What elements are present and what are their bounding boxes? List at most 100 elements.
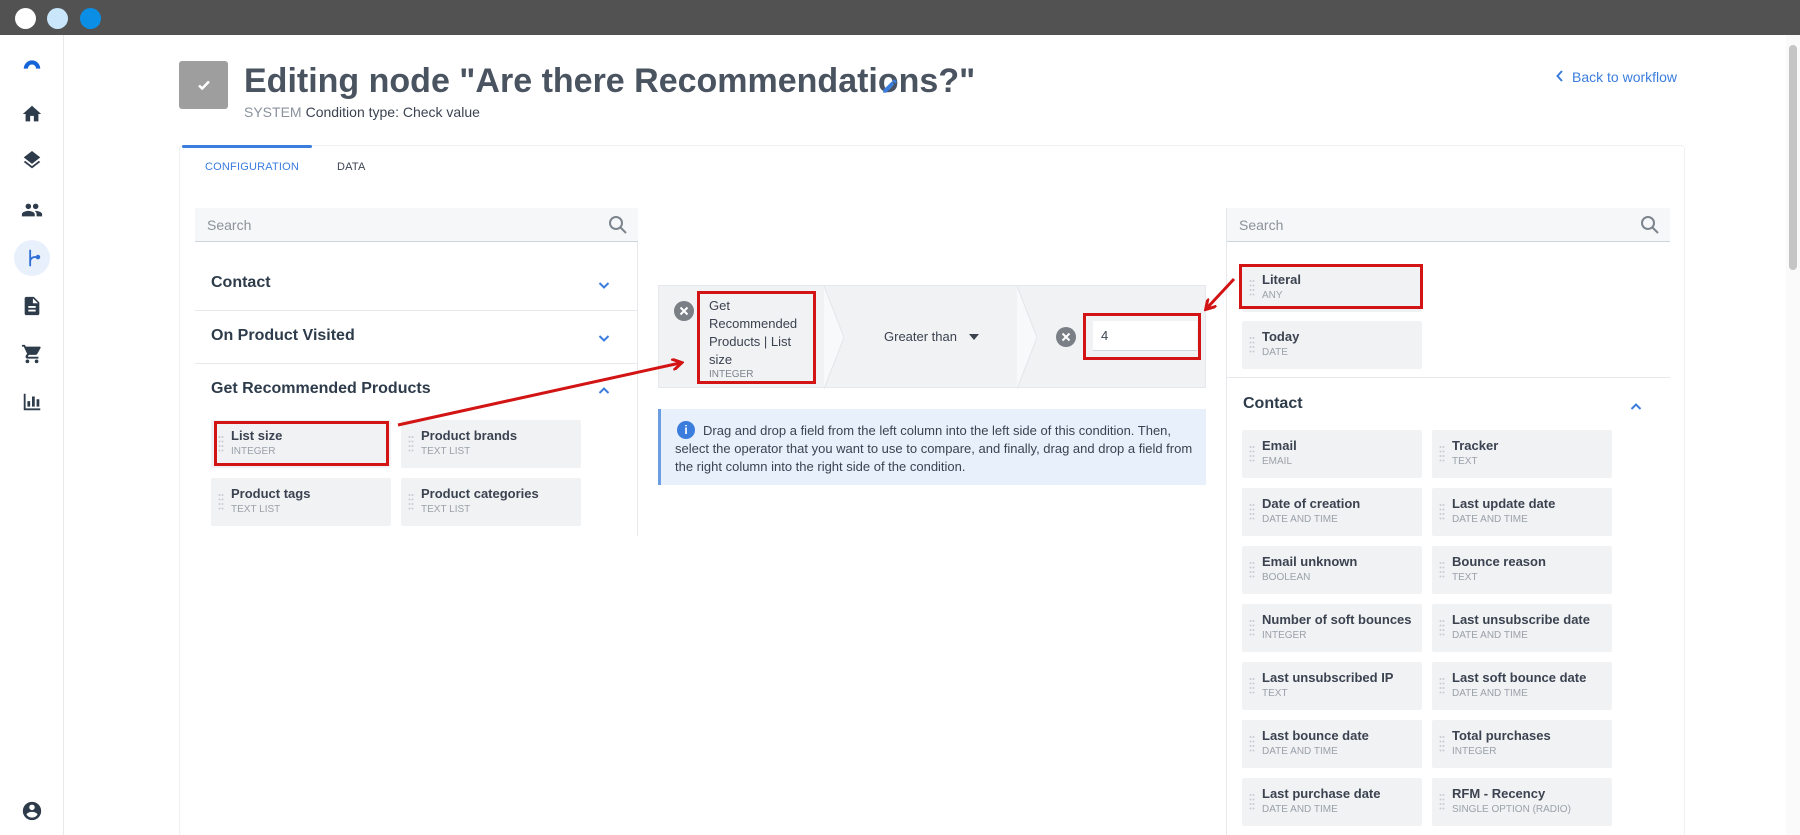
layers-icon[interactable]: [14, 144, 50, 180]
contact-field[interactable]: Bounce reason TEXT: [1432, 546, 1612, 594]
window-maximize-button[interactable]: [80, 8, 101, 29]
field-name: Date of creation: [1262, 496, 1361, 511]
contact-field[interactable]: Date of creation DATE AND TIME: [1242, 488, 1422, 536]
highlight-literal-value: [1083, 313, 1201, 360]
drag-handle-icon[interactable]: [1439, 445, 1445, 463]
drag-handle-icon[interactable]: [1249, 793, 1255, 811]
field-type: DATE AND TIME: [1262, 514, 1338, 525]
chevron-down-icon[interactable]: [598, 278, 610, 290]
logo-icon[interactable]: [14, 47, 50, 83]
drag-handle-icon[interactable]: [1439, 503, 1445, 521]
field-type: DATE AND TIME: [1262, 804, 1338, 815]
chevron-up-icon[interactable]: [598, 384, 610, 396]
field-name: Email: [1262, 438, 1297, 453]
remove-left-operand-icon[interactable]: [674, 301, 694, 321]
remove-right-operand-icon[interactable]: [1056, 327, 1076, 347]
left-search-box: [195, 208, 638, 242]
field-product-tags[interactable]: Product tags TEXT LIST: [211, 478, 391, 526]
field-today[interactable]: Today DATE: [1242, 321, 1422, 369]
people-icon[interactable]: [14, 192, 50, 228]
drag-handle-icon[interactable]: [1439, 793, 1445, 811]
left-field-panel: Contact On Product Visited Get Recommend…: [195, 208, 638, 536]
field-type: TEXT: [1452, 572, 1478, 583]
contact-field[interactable]: Last bounce date DATE AND TIME: [1242, 720, 1422, 768]
contact-field[interactable]: Total purchases INTEGER: [1432, 720, 1612, 768]
page-scrollbar[interactable]: [1786, 35, 1800, 835]
contact-field[interactable]: Number of soft bounces INTEGER: [1242, 604, 1422, 652]
section-title: Contact: [211, 274, 271, 291]
contact-field[interactable]: Last update date DATE AND TIME: [1432, 488, 1612, 536]
right-search-box: [1227, 208, 1670, 242]
window-minimize-button[interactable]: [47, 8, 68, 29]
drag-handle-icon[interactable]: [1439, 677, 1445, 695]
contact-field[interactable]: RFM - Recency SINGLE OPTION (RADIO): [1432, 778, 1612, 826]
field-type: DATE AND TIME: [1452, 688, 1528, 699]
home-icon[interactable]: [14, 96, 50, 132]
document-icon[interactable]: [14, 288, 50, 324]
highlight-left-operand: [697, 291, 816, 384]
section-get-recommended-products[interactable]: Get Recommended Products: [195, 364, 638, 417]
left-search-input[interactable]: [195, 208, 594, 242]
chart-icon[interactable]: [14, 384, 50, 420]
section-on-product-visited[interactable]: On Product Visited: [195, 311, 638, 364]
field-type: INTEGER: [1452, 746, 1497, 757]
contact-field[interactable]: Last unsubscribed IP TEXT: [1242, 662, 1422, 710]
field-type: DATE: [1262, 347, 1288, 358]
field-type: INTEGER: [1262, 630, 1307, 641]
edit-pencil-icon[interactable]: [881, 77, 899, 95]
cart-icon[interactable]: [14, 336, 50, 372]
active-tab-indicator: [182, 145, 312, 148]
drag-handle-icon[interactable]: [1249, 336, 1255, 354]
contact-field[interactable]: Email EMAIL: [1242, 430, 1422, 478]
workflow-icon[interactable]: [14, 240, 50, 276]
drag-handle-icon[interactable]: [1249, 677, 1255, 695]
chevron-up-icon[interactable]: [1630, 400, 1642, 412]
field-type: TEXT LIST: [421, 504, 471, 515]
caret-down-icon[interactable]: [969, 333, 979, 340]
search-icon[interactable]: [1640, 215, 1660, 235]
drag-handle-icon[interactable]: [1439, 735, 1445, 753]
drag-handle-icon[interactable]: [1439, 619, 1445, 637]
drag-handle-icon[interactable]: [1439, 561, 1445, 579]
drag-handle-icon[interactable]: [1249, 445, 1255, 463]
page-title: Editing node "Are there Recommendations?…: [244, 62, 976, 100]
contact-field[interactable]: Last purchase date DATE AND TIME: [1242, 778, 1422, 826]
field-product-categories[interactable]: Product categories TEXT LIST: [401, 478, 581, 526]
tab-configuration[interactable]: CONFIGURATION: [205, 161, 299, 173]
contact-field[interactable]: Tracker TEXT: [1432, 430, 1612, 478]
window-close-button[interactable]: [15, 8, 36, 29]
section-contact[interactable]: Contact: [195, 258, 638, 311]
instruction-info-box: i Drag and drop a field from the left co…: [658, 409, 1206, 485]
contact-field[interactable]: Last unsubscribe date DATE AND TIME: [1432, 604, 1612, 652]
field-name: Total purchases: [1452, 728, 1551, 743]
section-title-contact[interactable]: Contact: [1243, 395, 1303, 413]
drag-handle-icon[interactable]: [408, 493, 414, 511]
field-name: Bounce reason: [1452, 554, 1546, 569]
drag-handle-icon[interactable]: [218, 493, 224, 511]
chevron-left-icon: [1556, 69, 1564, 85]
field-name: Last unsubscribe date: [1452, 612, 1590, 627]
drag-handle-icon[interactable]: [408, 435, 414, 453]
condition-type-label: Condition type: Check value: [305, 104, 480, 120]
tab-data[interactable]: DATA: [337, 161, 366, 173]
field-name: Product brands: [421, 428, 518, 443]
scrollbar-thumb[interactable]: [1789, 45, 1797, 270]
back-link-label: Back to workflow: [1572, 69, 1678, 85]
operator-select[interactable]: Greater than: [884, 329, 979, 344]
field-type: TEXT LIST: [421, 446, 471, 457]
field-name: Number of soft bounces: [1262, 612, 1412, 627]
drag-handle-icon[interactable]: [1249, 735, 1255, 753]
contact-field[interactable]: Last soft bounce date DATE AND TIME: [1432, 662, 1612, 710]
search-icon[interactable]: [608, 215, 628, 235]
back-to-workflow-link[interactable]: Back to workflow: [1556, 69, 1677, 85]
drag-handle-icon[interactable]: [1249, 503, 1255, 521]
contact-field[interactable]: Email unknown BOOLEAN: [1242, 546, 1422, 594]
node-check-icon: [179, 61, 228, 109]
field-product-brands[interactable]: Product brands TEXT LIST: [401, 420, 581, 468]
field-name: Today: [1262, 329, 1300, 344]
account-icon[interactable]: [14, 793, 50, 829]
right-search-input[interactable]: [1227, 208, 1626, 242]
chevron-down-icon[interactable]: [598, 331, 610, 343]
drag-handle-icon[interactable]: [1249, 561, 1255, 579]
drag-handle-icon[interactable]: [1249, 619, 1255, 637]
